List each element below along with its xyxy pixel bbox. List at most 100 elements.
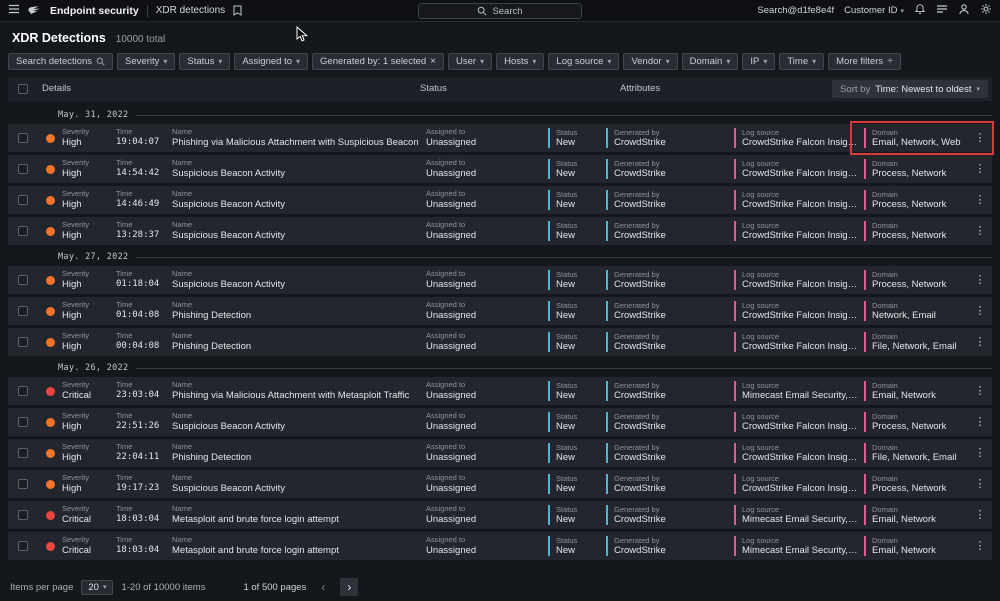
filter-chip-vendor[interactable]: Vendor▾ [623,53,677,70]
filter-chip-ip[interactable]: IP▾ [742,53,775,70]
row-checkbox[interactable] [18,510,28,520]
table-row[interactable]: Severity Critical Time 23:03:04 Name Phi… [8,377,992,405]
time-label: Time [116,269,166,278]
name-label: Name [172,380,420,389]
generated-by-value: CrowdStrike [614,390,728,401]
filter-chip-status[interactable]: Status▾ [179,53,230,70]
time-label: Time [116,535,166,544]
table-row[interactable]: Severity High Time 19:17:23 Name Suspici… [8,470,992,498]
domain-value: File, Network, Email [872,452,962,463]
select-all-checkbox[interactable] [18,84,28,94]
global-search-input[interactable]: Search [418,3,582,19]
row-menu-button[interactable]: ⋮ [968,479,992,490]
customer-id-dropdown[interactable]: Customer ID ▾ [844,5,904,16]
search-icon [477,6,487,16]
bell-icon [914,3,926,18]
activity-feed-button[interactable] [936,3,948,18]
severity-value: Critical [62,514,110,526]
generated-by-value: CrowdStrike [614,545,728,556]
filter-chip-search-detections[interactable]: Search detections [8,53,113,70]
sort-value: Time: Newest to oldest [875,84,971,95]
row-menu-button[interactable]: ⋮ [968,226,992,237]
table-row[interactable]: Severity High Time 01:18:04 Name Suspici… [8,266,992,294]
table-row[interactable]: Severity High Time 22:04:11 Name Phishin… [8,439,992,467]
status-label: Status [556,301,600,310]
row-menu-button[interactable]: ⋮ [968,510,992,521]
row-menu-button[interactable]: ⋮ [968,306,992,317]
row-menu-button[interactable]: ⋮ [968,541,992,552]
generated-by-value: CrowdStrike [614,310,728,321]
filter-chip-hosts[interactable]: Hosts▾ [496,53,544,70]
name-label: Name [172,411,420,420]
row-checkbox[interactable] [18,448,28,458]
status-value: New [556,483,600,494]
name-label: Name [172,269,420,278]
row-checkbox[interactable] [18,226,28,236]
clear-filter-icon: × [430,56,436,67]
top-bar: Endpoint security XDR detections Search … [0,0,1000,22]
row-menu-button[interactable]: ⋮ [968,133,992,144]
user-profile-button[interactable] [958,3,970,18]
log-source-value: CrowdStrike Falcon Insight, Zscal... [742,421,858,432]
date-separator-label: May. 31, 2022 [58,110,128,120]
row-checkbox[interactable] [18,417,28,427]
filter-chip-more-filters[interactable]: More filters+ [828,53,901,70]
severity-label: Severity [62,331,110,340]
row-checkbox[interactable] [18,133,28,143]
log-source-value: CrowdStrike Falcon Insight, Zscal... [742,483,858,494]
row-checkbox[interactable] [18,195,28,205]
table-row[interactable]: Severity High Time 13:28:37 Name Suspici… [8,217,992,245]
table-row[interactable]: Severity High Time 14:54:42 Name Suspici… [8,155,992,183]
log-source-value: Mimecast Email Security, Corelight [742,514,858,525]
status-label: Status [556,536,600,545]
detection-name-value: Phishing via Malicious Attachment with M… [172,390,420,402]
status-label: Status [556,412,600,421]
row-checkbox[interactable] [18,337,28,347]
table-row[interactable]: Severity High Time 19:04:07 Name Phishin… [8,124,992,152]
tab-xdr-detections[interactable]: XDR detections [156,5,225,16]
filter-chip-user[interactable]: User▾ [448,53,492,70]
items-per-page-dropdown[interactable]: 20 ▾ [81,580,113,595]
filter-chip-severity[interactable]: Severity▾ [117,53,175,70]
name-label: Name [172,331,420,340]
chevron-down-icon: ▾ [163,57,167,66]
row-checkbox[interactable] [18,306,28,316]
sort-dropdown[interactable]: Sort by Time: Newest to oldest ▾ [832,80,988,98]
filter-chip-label: Generated by: 1 selected [320,56,426,67]
previous-page-button[interactable]: ‹ [314,578,332,596]
status-label: Status [556,443,600,452]
filter-chip-time[interactable]: Time▾ [779,53,824,70]
filter-chip-assigned-to[interactable]: Assigned to▾ [234,53,308,70]
row-checkbox[interactable] [18,386,28,396]
status-value: New [556,168,600,179]
filter-chip-domain[interactable]: Domain▾ [682,53,739,70]
table-row[interactable]: Severity Critical Time 18:03:04 Name Met… [8,532,992,560]
time-label: Time [116,411,166,420]
table-row[interactable]: Severity High Time 14:46:49 Name Suspici… [8,186,992,214]
row-menu-button[interactable]: ⋮ [968,337,992,348]
bookmark-icon[interactable] [233,5,242,16]
table-row[interactable]: Severity Critical Time 18:03:04 Name Met… [8,501,992,529]
person-icon [958,3,970,18]
row-checkbox[interactable] [18,479,28,489]
hamburger-menu-button[interactable] [8,3,20,18]
row-menu-button[interactable]: ⋮ [968,448,992,459]
row-menu-button[interactable]: ⋮ [968,275,992,286]
row-menu-button[interactable]: ⋮ [968,164,992,175]
row-checkbox[interactable] [18,275,28,285]
table-row[interactable]: Severity High Time 00:04:08 Name Phishin… [8,328,992,356]
row-menu-button[interactable]: ⋮ [968,417,992,428]
next-page-button[interactable]: › [340,578,358,596]
row-menu-button[interactable]: ⋮ [968,386,992,397]
filter-chip-generated-by-1-selected[interactable]: Generated by: 1 selected × [312,53,444,70]
log-source-label: Log source [742,332,858,341]
row-menu-button[interactable]: ⋮ [968,195,992,206]
settings-button[interactable] [980,3,992,18]
filter-chip-log-source[interactable]: Log source▾ [548,53,619,70]
row-checkbox[interactable] [18,541,28,551]
row-checkbox[interactable] [18,164,28,174]
table-row[interactable]: Severity High Time 22:51:26 Name Suspici… [8,408,992,436]
table-row[interactable]: Severity High Time 01:04:08 Name Phishin… [8,297,992,325]
account-label[interactable]: Search@d1fe8e4f [757,5,834,16]
notifications-button[interactable] [914,3,926,18]
